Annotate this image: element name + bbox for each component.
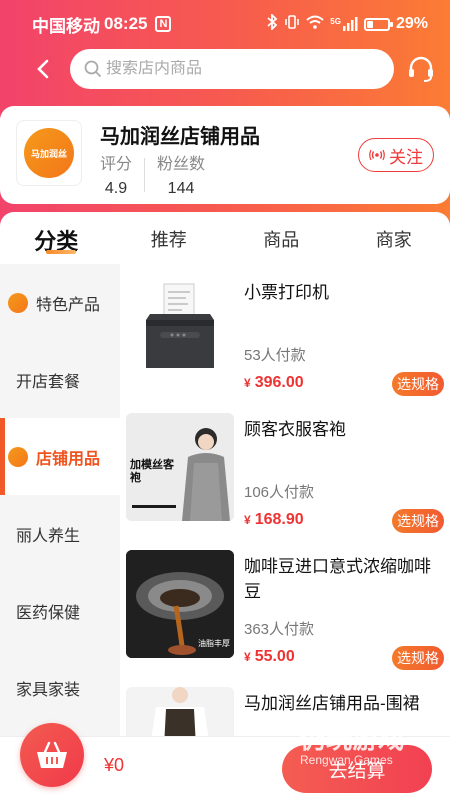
gown-image-caption: 加模丝客袍: [130, 459, 174, 484]
rating-value: 4.9: [104, 180, 128, 197]
select-spec-button[interactable]: 选规格: [392, 509, 444, 533]
product-item[interactable]: 油脂丰厚 咖啡豆进口意式浓缩咖啡豆 363人付款 ¥55.00 选规格: [120, 538, 450, 675]
currency-symbol: ¥: [244, 650, 251, 664]
broadcast-icon: [369, 149, 385, 161]
cart-button[interactable]: [20, 723, 84, 787]
watermark: 仍玩游戏 Rengwan Games: [300, 726, 404, 766]
category-sidebar: 特色产品 开店套餐 店铺用品 丽人养生 医药保健 家具家装: [0, 264, 120, 736]
product-list: 小票打印机 53人付款 ¥396.00 选规格 加模丝客袍 顾客衣服客袍 106…: [120, 264, 450, 736]
apron-image: [126, 687, 234, 736]
rating-stat: 评分 4.9: [100, 150, 144, 198]
follow-button[interactable]: 关注: [358, 138, 434, 172]
product-name: 咖啡豆进口意式浓缩咖啡豆: [244, 557, 431, 601]
fans-stat: 粉丝数 144: [157, 150, 217, 198]
category-logo-icon: [8, 446, 28, 467]
shop-info-card: 马加润丝 马加润丝店铺用品 评分 4.9 粉丝数 144 关注: [0, 106, 450, 204]
category-item-featured[interactable]: 特色产品: [0, 264, 120, 341]
product-item[interactable]: 小票打印机 53人付款 ¥396.00 选规格: [120, 264, 450, 401]
category-item-beauty[interactable]: 丽人养生: [0, 495, 120, 572]
select-spec-button[interactable]: 选规格: [392, 646, 444, 670]
product-name: 小票打印机: [244, 283, 329, 302]
rating-label: 评分: [100, 156, 133, 173]
product-price: ¥55.00: [244, 648, 295, 666]
shop-stats: 评分 4.9 粉丝数 144: [100, 150, 217, 198]
receipt-printer-image: [126, 276, 234, 384]
category-label: 开店套餐: [16, 373, 81, 391]
nfc-icon: N: [155, 16, 172, 32]
tab-label: 推荐: [150, 230, 187, 250]
category-item-furniture[interactable]: 家具家装: [0, 649, 120, 726]
tab-label: 分类: [34, 229, 79, 254]
shop-logo[interactable]: 马加润丝: [16, 120, 82, 186]
product-price: ¥396.00: [244, 374, 304, 392]
customer-gown-image: 加模丝客袍: [126, 413, 234, 521]
basket-icon: [37, 741, 67, 768]
category-label: 医药保健: [16, 604, 81, 622]
vibrate-icon: [284, 14, 300, 34]
watermark-title: 仍玩游戏: [300, 724, 405, 754]
product-name: 顾客衣服客袍: [244, 420, 346, 439]
battery-percent: 29%: [395, 15, 428, 32]
shop-logo-text: 马加润丝: [30, 148, 67, 159]
bluetooth-icon: [266, 12, 278, 34]
category-item-shop-supplies[interactable]: 店铺用品: [0, 418, 120, 495]
category-label: 丽人养生: [16, 527, 81, 545]
network-type: 5G: [330, 17, 341, 26]
category-label: 店铺用品: [36, 450, 101, 468]
category-label: 家具家装: [16, 681, 81, 699]
fans-label: 粉丝数: [157, 156, 206, 173]
search-box[interactable]: [70, 49, 394, 89]
product-price: ¥168.90: [244, 511, 304, 529]
tab-category[interactable]: 分类: [0, 212, 113, 264]
shop-logo-mark: 马加润丝: [24, 128, 74, 178]
category-label: 特色产品: [36, 296, 101, 314]
tab-products[interactable]: 商品: [225, 212, 338, 264]
currency-symbol: ¥: [244, 376, 251, 390]
coffee-image-caption: 油脂丰厚: [198, 639, 230, 648]
product-sold-count: 106人付款: [244, 484, 315, 501]
tab-label: 商品: [263, 230, 300, 250]
tab-recommend[interactable]: 推荐: [113, 212, 226, 264]
price-value: 396.00: [254, 374, 304, 391]
currency-symbol: ¥: [244, 513, 251, 527]
follow-label: 关注: [389, 147, 423, 167]
wifi-icon: [306, 15, 324, 33]
select-spec-button[interactable]: 选规格: [392, 372, 444, 396]
status-bar: 中国移动 08:25 N 5G 29%: [0, 0, 450, 48]
product-name: 马加润丝店铺用品-围裙: [244, 694, 420, 713]
customer-service-button[interactable]: [402, 50, 440, 88]
cart-total: ¥0: [104, 755, 125, 775]
tab-label: 商家: [375, 230, 412, 250]
search-icon: [84, 60, 102, 78]
headset-icon: [409, 56, 433, 82]
watermark-subtitle: Rengwan Games: [300, 753, 393, 767]
battery-icon: [363, 17, 393, 31]
carrier-label: 中国移动: [32, 16, 100, 36]
price-value: 55.00: [254, 648, 295, 665]
chevron-left-icon: [37, 59, 49, 79]
shop-tabs: 分类 推荐 商品 商家: [0, 212, 450, 264]
price-value: 168.90: [254, 511, 304, 528]
category-item-health[interactable]: 医药保健: [0, 572, 120, 649]
search-input[interactable]: [106, 60, 366, 78]
espresso-coffee-image: 油脂丰厚: [126, 550, 234, 658]
shop-name: 马加润丝店铺用品: [100, 126, 260, 148]
product-item[interactable]: 加模丝客袍 顾客衣服客袍 106人付款 ¥168.90 选规格: [120, 401, 450, 538]
stats-divider: [144, 158, 146, 192]
clock: 08:25: [104, 14, 148, 33]
product-sold-count: 363人付款: [244, 621, 315, 638]
top-nav: [0, 48, 450, 90]
product-sold-count: 53人付款: [244, 347, 306, 364]
back-button[interactable]: [18, 48, 68, 90]
battery-level: [366, 20, 373, 28]
category-logo-icon: [8, 292, 28, 313]
category-item-starter-kit[interactable]: 开店套餐: [0, 341, 120, 418]
signal-icon: 5G: [330, 17, 358, 31]
tab-merchant[interactable]: 商家: [338, 212, 450, 264]
fans-value: 144: [167, 180, 195, 197]
